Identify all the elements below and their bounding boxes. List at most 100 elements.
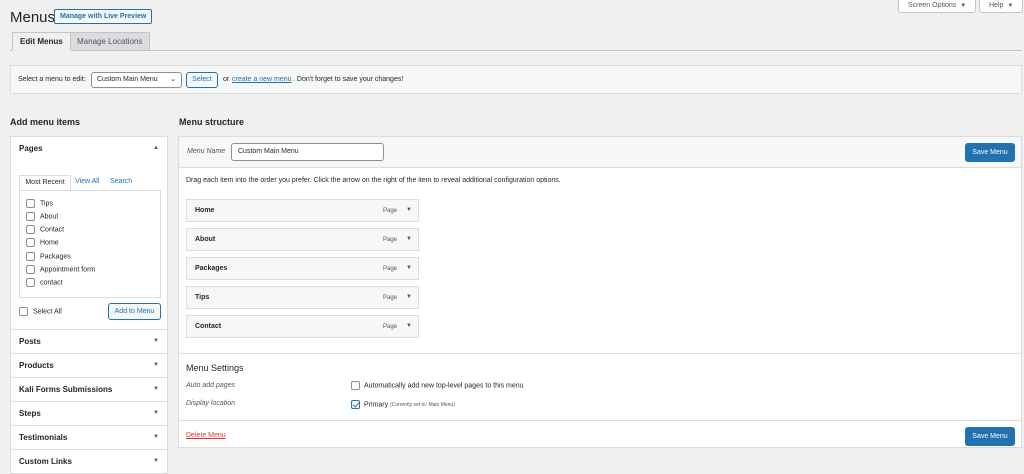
caret-down-icon: ▼ [153,434,159,440]
menu-item-type: Page [383,295,398,301]
pages-panel-title: Pages [19,144,43,153]
or-text: or [223,76,230,83]
checkbox[interactable] [351,381,360,390]
panel-steps[interactable]: Steps ▼ [11,402,167,426]
page-item-tips[interactable]: Tips [26,199,53,208]
help-tab[interactable]: Help ▼ [979,0,1024,13]
tab-divider [10,50,1022,51]
menu-item-title: Contact [195,323,222,330]
checkbox[interactable] [26,278,35,287]
page-item-appointment-form[interactable]: Appointment form [26,265,95,274]
select-button[interactable]: Select [186,72,218,88]
panel-title: Products [19,361,54,370]
checked-checkbox-icon[interactable] [351,400,360,409]
menu-item-packages[interactable]: Packages Page ▼ [186,257,419,280]
checkbox[interactable] [19,307,28,316]
save-menu-button[interactable]: Save Menu [965,143,1015,162]
checkbox[interactable] [26,225,35,234]
item-toggle-arrow-icon[interactable]: ▼ [406,207,412,213]
menu-item-contact[interactable]: Contact Page ▼ [186,315,419,338]
menu-settings-title: Menu Settings [186,363,244,373]
page-item-contact[interactable]: Contact [26,225,64,234]
screen-options-label: Screen Options [908,2,957,9]
page-item-contact-lower[interactable]: contact [26,278,63,287]
page-item-home[interactable]: Home [26,238,59,247]
save-menu-button-bottom[interactable]: Save Menu [965,427,1015,446]
menu-select-dropdown[interactable]: Custom Main Menu ⌄ [91,72,182,88]
caret-up-icon: ▲ [153,145,159,151]
tab-view-all[interactable]: View All [75,175,99,189]
drag-instructions: Drag each item into the order you prefer… [186,177,561,184]
primary-location-checkbox[interactable]: Primary (Currently set to: Main Menu) [351,400,455,410]
footer-divider [179,420,1021,421]
panel-title: Custom Links [19,457,72,466]
menu-name-label: Menu Name [187,148,226,155]
add-items-accordion: Pages ▲ Most Recent View All Search Tips… [10,136,168,474]
menu-management-panel: Menu Name Custom Main Menu Save Menu Dra… [178,136,1022,448]
panel-products[interactable]: Products ▼ [11,354,167,378]
panel-title: Testimonials [19,433,68,442]
auto-add-pages-checkbox[interactable]: Automatically add new top-level pages to… [351,381,524,390]
checkbox[interactable] [26,199,35,208]
item-toggle-arrow-icon[interactable]: ▼ [406,236,412,242]
help-label: Help [989,2,1004,9]
pages-checklist: Tips About Contact Home Packages Appoint… [19,190,161,298]
page-item-label: contact [40,279,63,287]
menu-item-about[interactable]: About Page ▼ [186,228,419,251]
menu-structure-heading: Menu structure [179,117,245,127]
item-toggle-arrow-icon[interactable]: ▼ [406,323,412,329]
panel-testimonials[interactable]: Testimonials ▼ [11,426,167,450]
menu-item-home[interactable]: Home Page ▼ [186,199,419,222]
page-item-label: Contact [40,226,65,234]
page-item-label: Home [40,239,59,247]
menu-item-title: Home [195,207,215,214]
page-item-label: Appointment form [40,266,96,274]
auto-add-pages-label: Auto add pages [186,382,236,389]
caret-down-icon: ▼ [153,410,159,416]
menu-item-title: Packages [195,265,228,272]
add-to-menu-button[interactable]: Add to Menu [108,303,161,320]
caret-down-icon: ▼ [1007,3,1014,9]
create-new-menu-link[interactable]: create a new menu [232,76,292,83]
panel-kali-forms-submissions[interactable]: Kali Forms Submissions ▼ [11,378,167,402]
panel-title: Steps [19,409,41,418]
add-menu-items-heading: Add menu items [10,117,81,127]
checkbox[interactable] [26,252,35,261]
delete-menu-link[interactable]: Delete Menu [186,432,226,439]
menu-select-bar: Select a menu to edit: Custom Main Menu … [10,65,1022,94]
page-item-label: About [40,213,59,221]
menu-name-input[interactable]: Custom Main Menu [231,143,384,161]
menu-item-type: Page [383,266,398,272]
tab-most-recent[interactable]: Most Recent [19,175,71,190]
item-toggle-arrow-icon[interactable]: ▼ [406,294,412,300]
page-item-packages[interactable]: Packages [26,252,71,261]
checkbox[interactable] [26,238,35,247]
select-all-label: Select All [33,308,62,316]
menu-select-value: Custom Main Menu [97,76,158,83]
caret-down-icon: ▼ [960,3,967,9]
item-toggle-arrow-icon[interactable]: ▼ [406,265,412,271]
menu-item-tips[interactable]: Tips Page ▼ [186,286,419,309]
screen-options-tab[interactable]: Screen Options ▼ [898,0,977,13]
menu-item-type: Page [383,208,398,214]
page-title: Menus [10,9,56,26]
auto-add-text: Automatically add new top-level pages to… [364,382,524,390]
select-all-checkbox[interactable]: Select All [19,307,62,316]
tab-edit-menus[interactable]: Edit Menus [12,32,71,51]
caret-down-icon: ▼ [153,458,159,464]
panel-custom-links[interactable]: Custom Links ▼ [11,450,167,473]
panel-title: Kali Forms Submissions [19,385,113,394]
panel-posts[interactable]: Posts ▼ [11,330,167,354]
checkbox[interactable] [26,212,35,221]
pages-panel-header[interactable]: Pages ▲ [11,137,167,161]
checkbox[interactable] [26,265,35,274]
caret-down-icon: ▼ [153,338,159,344]
page-item-label: Packages [40,253,71,261]
page-item-about[interactable]: About [26,212,58,221]
tab-search[interactable]: Search [110,175,132,189]
pages-panel: Pages ▲ Most Recent View All Search Tips… [11,137,167,330]
menu-item-title: About [195,236,216,243]
manage-live-preview-button[interactable]: Manage with Live Preview [54,9,153,24]
page-item-label: Tips [40,200,53,208]
tab-manage-locations[interactable]: Manage Locations [69,32,151,51]
